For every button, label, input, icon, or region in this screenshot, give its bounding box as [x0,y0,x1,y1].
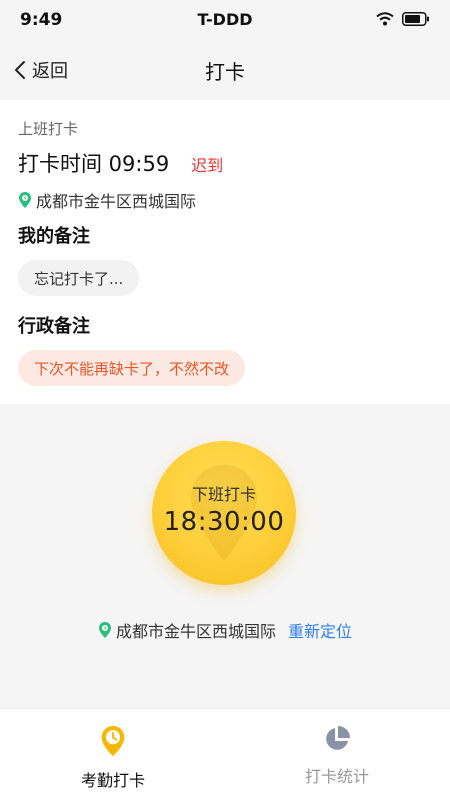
tab-statistics-label: 打卡统计 [304,767,369,786]
checkin-location: 成都市金牛区西城国际 [18,188,196,212]
checkin-time-row: 打卡时间 09:59 迟到 [18,148,223,178]
admin-note-chip: 下次不能再缺卡了，不然不改 [18,350,246,386]
tab-attendance[interactable]: 考勤打卡 [48,725,178,791]
clock-out-button[interactable]: 下班打卡 18:30:00 [152,441,296,585]
nav-bar: 返回 打卡 [0,40,450,100]
checkin-type-label: 上班打卡 [18,120,79,138]
checkin-record-card: 上班打卡 打卡时间 09:59 迟到 成都市金牛区西城国际 我的备注 忘记打卡了… [0,100,450,404]
status-bar: 9:49 T-DDD [0,0,450,40]
relocate-link[interactable]: 重新定位 [288,618,352,642]
my-note-heading: 我的备注 [18,226,90,247]
my-note-chip: 忘记打卡了... [18,260,140,296]
bottom-tab-bar: 考勤打卡 打卡统计 [0,708,450,800]
late-status-badge: 迟到 [191,156,224,175]
battery-icon [402,12,429,26]
tab-statistics[interactable]: 打卡统计 [272,725,402,791]
clock-out-time: 18:30:00 [163,507,285,537]
admin-note-heading: 行政备注 [18,316,90,337]
tab-attendance-label: 考勤打卡 [80,771,145,790]
page-title: 打卡 [205,60,245,84]
clock-pin-icon [101,725,125,757]
status-icons [376,12,430,26]
current-location-row: 成都市金牛区西城国际 重新定位 [0,618,450,642]
clock-out-label: 下班打卡 [191,485,256,504]
location-pin-icon [98,622,111,638]
checkin-location-text: 成都市金牛区西城国际 [36,192,197,211]
pie-chart-icon [326,726,350,750]
current-location-text: 成都市金牛区西城国际 [115,622,276,641]
clock-out-area: 下班打卡 18:30:00 成都市金牛区西城国际 重新定位 [0,404,450,708]
location-pin-icon [19,192,31,208]
wifi-icon [376,12,394,26]
checkin-time: 打卡时间 09:59 [18,152,170,176]
